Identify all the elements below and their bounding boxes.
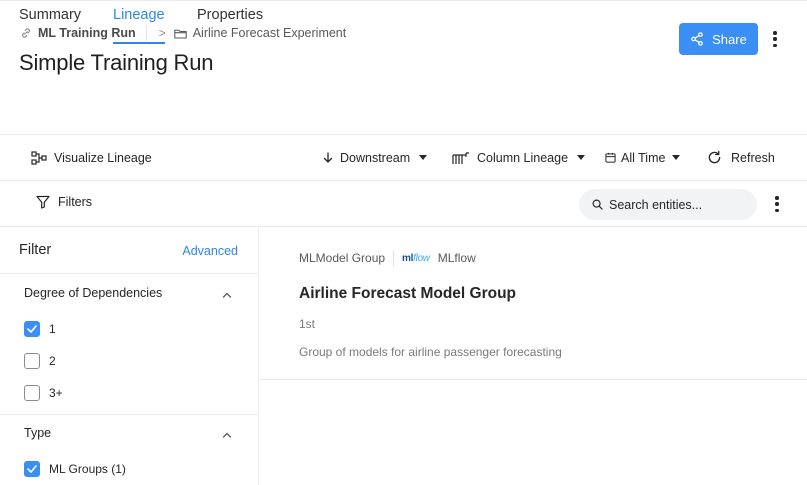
page-title: Simple Training Run bbox=[19, 50, 214, 75]
type-section-title: Type bbox=[24, 426, 52, 440]
chevron-up-icon[interactable] bbox=[222, 430, 232, 440]
filters-toggle-button[interactable]: Filters bbox=[36, 195, 92, 209]
meta-divider bbox=[393, 250, 395, 266]
platform-name: MLflow bbox=[437, 251, 476, 265]
entity-header: ML Training Run > Airline Forecast Exper… bbox=[0, 0, 807, 135]
share-button[interactable]: Share bbox=[679, 23, 758, 55]
filter-sidebar: Filter Advanced Degree of Dependencies 1… bbox=[0, 227, 259, 485]
caret-down-icon bbox=[672, 155, 681, 160]
tab-properties[interactable]: Properties bbox=[197, 1, 263, 43]
refresh-icon bbox=[708, 150, 721, 164]
section-divider bbox=[0, 414, 258, 415]
share-icon bbox=[691, 32, 704, 46]
degree-option-3plus[interactable]: 3+ bbox=[24, 385, 63, 401]
more-options-icon[interactable] bbox=[769, 29, 781, 49]
visualize-lineage-label: Visualize Lineage bbox=[54, 150, 152, 165]
share-button-label: Share bbox=[712, 31, 747, 47]
check-icon bbox=[27, 325, 37, 333]
tab-summary[interactable]: Summary bbox=[19, 1, 81, 43]
filter-sidebar-header: Filter Advanced bbox=[0, 227, 258, 274]
column-lineage-icon bbox=[452, 151, 469, 164]
refresh-label: Refresh bbox=[731, 150, 775, 165]
degree-badge: 1st bbox=[299, 317, 316, 331]
checkbox[interactable] bbox=[24, 353, 40, 369]
column-lineage-label: Column Lineage bbox=[477, 150, 569, 165]
arrow-down-icon bbox=[323, 151, 333, 163]
mlflow-logo-icon: mlflow bbox=[402, 252, 430, 264]
tab-lineage[interactable]: Lineage bbox=[113, 1, 165, 44]
checkbox[interactable] bbox=[24, 385, 40, 401]
time-range-label: All Time bbox=[621, 150, 666, 165]
lineage-result-card[interactable]: MLModel Group mlflow MLflow Airline Fore… bbox=[259, 227, 807, 380]
option-label: ML Groups (1) bbox=[49, 462, 126, 476]
type-option-ml-groups[interactable]: ML Groups (1) bbox=[24, 461, 126, 477]
entity-type: MLModel Group bbox=[299, 251, 386, 265]
calendar-icon bbox=[605, 152, 616, 163]
check-icon bbox=[27, 465, 37, 473]
advanced-filter-link[interactable]: Advanced bbox=[182, 244, 238, 258]
filter-bar: Filters bbox=[0, 181, 807, 227]
option-label: 3+ bbox=[49, 386, 63, 400]
time-range-dropdown[interactable]: All Time bbox=[605, 135, 681, 180]
caret-down-icon bbox=[419, 155, 428, 160]
direction-label: Downstream bbox=[340, 150, 411, 165]
filter-more-options-icon[interactable] bbox=[771, 194, 783, 214]
visualize-lineage-button[interactable]: Visualize Lineage bbox=[31, 135, 152, 180]
caret-down-icon bbox=[577, 155, 586, 160]
degree-option-1[interactable]: 1 bbox=[24, 321, 56, 337]
entity-meta: MLModel Group mlflow MLflow bbox=[299, 250, 476, 266]
filters-label: Filters bbox=[58, 195, 93, 209]
entity-description: Group of models for airline passenger fo… bbox=[299, 345, 562, 359]
degree-section-title: Degree of Dependencies bbox=[24, 286, 163, 300]
checkbox-checked[interactable] bbox=[24, 461, 40, 477]
lineage-toolbar: Visualize Lineage Downstream Column Line… bbox=[0, 135, 807, 181]
search-icon bbox=[592, 199, 603, 210]
degree-option-2[interactable]: 2 bbox=[24, 353, 56, 369]
search-box bbox=[579, 189, 757, 220]
entity-name-link[interactable]: Airline Forecast Model Group bbox=[299, 285, 516, 303]
lineage-graph-icon bbox=[31, 150, 47, 165]
chevron-up-icon[interactable] bbox=[222, 290, 232, 300]
filter-icon bbox=[36, 195, 50, 209]
column-lineage-dropdown[interactable]: Column Lineage bbox=[452, 135, 586, 180]
option-label: 2 bbox=[49, 354, 56, 368]
option-label: 1 bbox=[49, 322, 56, 336]
filter-title: Filter bbox=[19, 242, 52, 258]
checkbox-checked[interactable] bbox=[24, 321, 40, 337]
direction-dropdown[interactable]: Downstream bbox=[323, 135, 428, 180]
refresh-button[interactable]: Refresh bbox=[707, 135, 775, 180]
folder-icon bbox=[173, 29, 187, 38]
search-input[interactable] bbox=[609, 197, 749, 212]
